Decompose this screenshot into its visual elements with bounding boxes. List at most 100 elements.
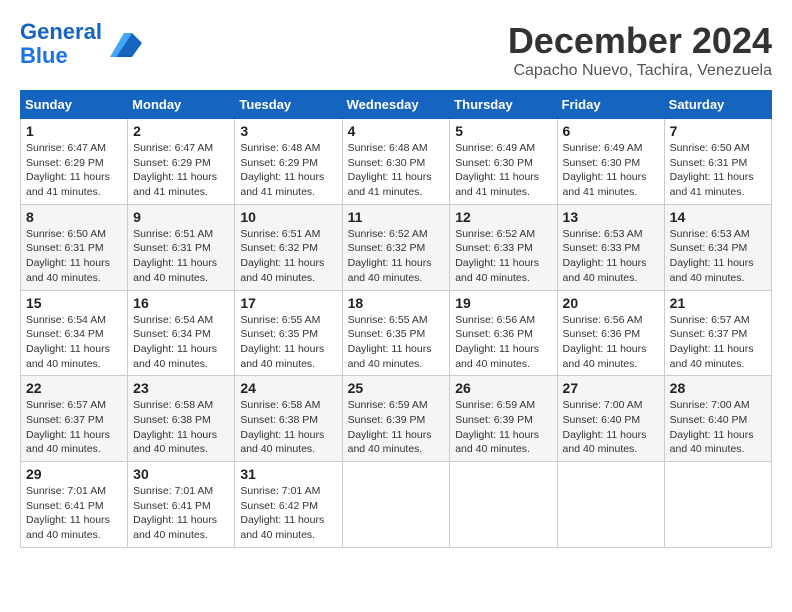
day-info: Sunrise: 6:59 AM Sunset: 6:39 PM Dayligh… (455, 398, 551, 457)
day-info: Sunrise: 6:49 AM Sunset: 6:30 PM Dayligh… (455, 141, 551, 200)
calendar-cell: 11 Sunrise: 6:52 AM Sunset: 6:32 PM Dayl… (342, 204, 450, 290)
weekday-header: Thursday (450, 91, 557, 119)
day-number: 12 (455, 209, 551, 225)
day-number: 16 (133, 295, 229, 311)
calendar-cell: 2 Sunrise: 6:47 AM Sunset: 6:29 PM Dayli… (128, 119, 235, 205)
calendar-table: SundayMondayTuesdayWednesdayThursdayFrid… (20, 90, 772, 548)
calendar-cell: 29 Sunrise: 7:01 AM Sunset: 6:41 PM Dayl… (21, 462, 128, 548)
day-number: 7 (670, 123, 766, 139)
calendar-cell: 25 Sunrise: 6:59 AM Sunset: 6:39 PM Dayl… (342, 376, 450, 462)
day-number: 20 (563, 295, 659, 311)
day-info: Sunrise: 6:55 AM Sunset: 6:35 PM Dayligh… (348, 313, 445, 372)
calendar-cell (450, 462, 557, 548)
day-number: 14 (670, 209, 766, 225)
day-number: 15 (26, 295, 122, 311)
day-number: 5 (455, 123, 551, 139)
day-number: 1 (26, 123, 122, 139)
weekday-header: Sunday (21, 91, 128, 119)
title-block: December 2024 Capacho Nuevo, Tachira, Ve… (508, 20, 772, 80)
day-number: 2 (133, 123, 229, 139)
calendar-week-row: 1 Sunrise: 6:47 AM Sunset: 6:29 PM Dayli… (21, 119, 772, 205)
day-number: 10 (240, 209, 336, 225)
day-info: Sunrise: 6:56 AM Sunset: 6:36 PM Dayligh… (455, 313, 551, 372)
calendar-cell: 23 Sunrise: 6:58 AM Sunset: 6:38 PM Dayl… (128, 376, 235, 462)
day-info: Sunrise: 6:58 AM Sunset: 6:38 PM Dayligh… (133, 398, 229, 457)
day-info: Sunrise: 6:50 AM Sunset: 6:31 PM Dayligh… (670, 141, 766, 200)
calendar-cell: 24 Sunrise: 6:58 AM Sunset: 6:38 PM Dayl… (235, 376, 342, 462)
calendar-cell (342, 462, 450, 548)
day-info: Sunrise: 7:01 AM Sunset: 6:42 PM Dayligh… (240, 484, 336, 543)
day-number: 9 (133, 209, 229, 225)
page-header: General Blue December 2024 Capacho Nuevo… (20, 20, 772, 80)
calendar-cell: 1 Sunrise: 6:47 AM Sunset: 6:29 PM Dayli… (21, 119, 128, 205)
day-info: Sunrise: 6:58 AM Sunset: 6:38 PM Dayligh… (240, 398, 336, 457)
calendar-cell: 8 Sunrise: 6:50 AM Sunset: 6:31 PM Dayli… (21, 204, 128, 290)
calendar-cell: 21 Sunrise: 6:57 AM Sunset: 6:37 PM Dayl… (664, 290, 771, 376)
logo: General Blue (20, 20, 142, 68)
day-info: Sunrise: 6:52 AM Sunset: 6:32 PM Dayligh… (348, 227, 445, 286)
day-number: 23 (133, 380, 229, 396)
weekday-header: Monday (128, 91, 235, 119)
calendar-cell: 19 Sunrise: 6:56 AM Sunset: 6:36 PM Dayl… (450, 290, 557, 376)
calendar-cell: 7 Sunrise: 6:50 AM Sunset: 6:31 PM Dayli… (664, 119, 771, 205)
calendar-week-row: 29 Sunrise: 7:01 AM Sunset: 6:41 PM Dayl… (21, 462, 772, 548)
day-number: 8 (26, 209, 122, 225)
day-info: Sunrise: 6:54 AM Sunset: 6:34 PM Dayligh… (133, 313, 229, 372)
day-number: 25 (348, 380, 445, 396)
day-info: Sunrise: 6:51 AM Sunset: 6:32 PM Dayligh… (240, 227, 336, 286)
day-info: Sunrise: 7:01 AM Sunset: 6:41 PM Dayligh… (26, 484, 122, 543)
day-info: Sunrise: 6:47 AM Sunset: 6:29 PM Dayligh… (26, 141, 122, 200)
calendar-cell: 26 Sunrise: 6:59 AM Sunset: 6:39 PM Dayl… (450, 376, 557, 462)
weekday-header: Saturday (664, 91, 771, 119)
day-number: 18 (348, 295, 445, 311)
calendar-week-row: 8 Sunrise: 6:50 AM Sunset: 6:31 PM Dayli… (21, 204, 772, 290)
day-info: Sunrise: 6:48 AM Sunset: 6:29 PM Dayligh… (240, 141, 336, 200)
day-info: Sunrise: 6:57 AM Sunset: 6:37 PM Dayligh… (26, 398, 122, 457)
calendar-header-row: SundayMondayTuesdayWednesdayThursdayFrid… (21, 91, 772, 119)
calendar-cell (557, 462, 664, 548)
day-info: Sunrise: 6:48 AM Sunset: 6:30 PM Dayligh… (348, 141, 445, 200)
calendar-cell (664, 462, 771, 548)
calendar-cell: 6 Sunrise: 6:49 AM Sunset: 6:30 PM Dayli… (557, 119, 664, 205)
day-number: 30 (133, 466, 229, 482)
day-info: Sunrise: 6:53 AM Sunset: 6:34 PM Dayligh… (670, 227, 766, 286)
day-info: Sunrise: 6:55 AM Sunset: 6:35 PM Dayligh… (240, 313, 336, 372)
weekday-header: Friday (557, 91, 664, 119)
calendar-cell: 3 Sunrise: 6:48 AM Sunset: 6:29 PM Dayli… (235, 119, 342, 205)
day-number: 24 (240, 380, 336, 396)
calendar-cell: 9 Sunrise: 6:51 AM Sunset: 6:31 PM Dayli… (128, 204, 235, 290)
day-info: Sunrise: 7:00 AM Sunset: 6:40 PM Dayligh… (563, 398, 659, 457)
calendar-cell: 14 Sunrise: 6:53 AM Sunset: 6:34 PM Dayl… (664, 204, 771, 290)
weekday-header: Tuesday (235, 91, 342, 119)
day-number: 29 (26, 466, 122, 482)
calendar-cell: 5 Sunrise: 6:49 AM Sunset: 6:30 PM Dayli… (450, 119, 557, 205)
calendar-cell: 22 Sunrise: 6:57 AM Sunset: 6:37 PM Dayl… (21, 376, 128, 462)
day-number: 17 (240, 295, 336, 311)
day-info: Sunrise: 6:51 AM Sunset: 6:31 PM Dayligh… (133, 227, 229, 286)
day-number: 19 (455, 295, 551, 311)
calendar-cell: 28 Sunrise: 7:00 AM Sunset: 6:40 PM Dayl… (664, 376, 771, 462)
calendar-cell: 30 Sunrise: 7:01 AM Sunset: 6:41 PM Dayl… (128, 462, 235, 548)
day-number: 3 (240, 123, 336, 139)
day-info: Sunrise: 6:53 AM Sunset: 6:33 PM Dayligh… (563, 227, 659, 286)
day-number: 6 (563, 123, 659, 139)
calendar-cell: 18 Sunrise: 6:55 AM Sunset: 6:35 PM Dayl… (342, 290, 450, 376)
day-info: Sunrise: 7:00 AM Sunset: 6:40 PM Dayligh… (670, 398, 766, 457)
day-info: Sunrise: 6:50 AM Sunset: 6:31 PM Dayligh… (26, 227, 122, 286)
day-info: Sunrise: 6:57 AM Sunset: 6:37 PM Dayligh… (670, 313, 766, 372)
day-number: 26 (455, 380, 551, 396)
day-number: 27 (563, 380, 659, 396)
calendar-cell: 27 Sunrise: 7:00 AM Sunset: 6:40 PM Dayl… (557, 376, 664, 462)
day-number: 31 (240, 466, 336, 482)
calendar-cell: 4 Sunrise: 6:48 AM Sunset: 6:30 PM Dayli… (342, 119, 450, 205)
day-info: Sunrise: 6:56 AM Sunset: 6:36 PM Dayligh… (563, 313, 659, 372)
day-number: 4 (348, 123, 445, 139)
logo-text: General Blue (20, 20, 102, 68)
day-number: 21 (670, 295, 766, 311)
calendar-cell: 10 Sunrise: 6:51 AM Sunset: 6:32 PM Dayl… (235, 204, 342, 290)
weekday-header: Wednesday (342, 91, 450, 119)
calendar-cell: 17 Sunrise: 6:55 AM Sunset: 6:35 PM Dayl… (235, 290, 342, 376)
calendar-cell: 12 Sunrise: 6:52 AM Sunset: 6:33 PM Dayl… (450, 204, 557, 290)
day-number: 28 (670, 380, 766, 396)
day-info: Sunrise: 6:52 AM Sunset: 6:33 PM Dayligh… (455, 227, 551, 286)
